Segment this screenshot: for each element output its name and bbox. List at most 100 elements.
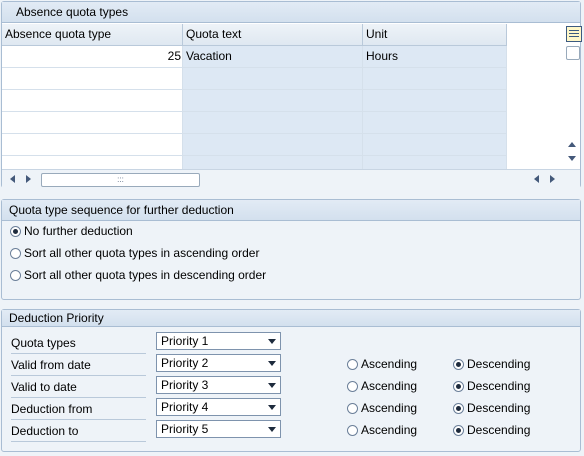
- ascending-option[interactable]: Ascending: [347, 420, 417, 440]
- descending-label: Descending: [467, 423, 531, 437]
- priority-row-deduction-from: Deduction from Priority 4 Ascending Desc…: [2, 398, 580, 420]
- scroll-right-icon[interactable]: [550, 175, 555, 183]
- radio-button[interactable]: [453, 402, 464, 414]
- quota-text-cell[interactable]: [183, 112, 363, 133]
- absence-quota-types-title: Absence quota types: [2, 2, 580, 23]
- absence-quota-type-cell[interactable]: [2, 90, 183, 111]
- priority-row-quota-types: Quota types Priority 1: [2, 332, 580, 354]
- chevron-down-icon[interactable]: [268, 383, 276, 388]
- priority-select[interactable]: Priority 5: [156, 420, 281, 438]
- vertical-scroll-thumb[interactable]: [566, 46, 580, 60]
- chevron-down-icon[interactable]: [268, 361, 276, 366]
- priority-select-value: Priority 4: [161, 400, 209, 414]
- unit-cell[interactable]: [363, 68, 507, 89]
- priority-row-label: Deduction from: [11, 398, 146, 420]
- horizontal-scrollbar[interactable]: :::: [2, 169, 580, 188]
- priority-row-label: Quota types: [11, 332, 146, 354]
- radio-button[interactable]: [347, 358, 358, 370]
- scroll-up-icon[interactable]: [568, 142, 576, 147]
- chevron-down-icon[interactable]: [268, 405, 276, 410]
- quota-text-cell[interactable]: Vacation: [183, 46, 363, 67]
- priority-row-label: Valid to date: [11, 376, 146, 398]
- unit-cell[interactable]: [363, 134, 507, 155]
- table-header: Absence quota type Quota text Unit: [2, 24, 507, 46]
- radio-button[interactable]: [347, 402, 358, 414]
- table-row[interactable]: [2, 112, 507, 134]
- chevron-down-icon[interactable]: [268, 339, 276, 344]
- radio-button[interactable]: [347, 380, 358, 392]
- absence-quota-type-cell[interactable]: [2, 134, 183, 155]
- radio-no-further-deduction[interactable]: No further deduction: [10, 221, 133, 241]
- chevron-down-icon[interactable]: [268, 427, 276, 432]
- unit-cell[interactable]: [363, 90, 507, 111]
- descending-label: Descending: [467, 379, 531, 393]
- ascending-option[interactable]: Ascending: [347, 354, 417, 374]
- priority-row-valid-from: Valid from date Priority 2 Ascending Des…: [2, 354, 580, 376]
- priority-select-value: Priority 5: [161, 422, 209, 436]
- radio-sort-descending[interactable]: Sort all other quota types in descending…: [10, 265, 266, 285]
- ascending-label: Ascending: [361, 401, 418, 415]
- table-settings-icon[interactable]: [566, 26, 582, 42]
- priority-row-deduction-to: Deduction to Priority 5 Ascending Descen…: [2, 420, 580, 442]
- radio-button[interactable]: [10, 269, 21, 281]
- quota-sequence-panel: Quota type sequence for further deductio…: [1, 199, 581, 300]
- table-row[interactable]: [2, 90, 507, 112]
- absence-quota-type-cell[interactable]: [2, 112, 183, 133]
- unit-cell[interactable]: Hours: [363, 46, 507, 67]
- descending-label: Descending: [467, 401, 531, 415]
- radio-button[interactable]: [453, 380, 464, 392]
- radio-button[interactable]: [453, 358, 464, 370]
- priority-select-value: Priority 2: [161, 356, 209, 370]
- absence-quota-types-panel: Absence quota types Absence quota type Q…: [1, 1, 582, 188]
- ascending-label: Ascending: [361, 379, 418, 393]
- priority-row-label: Deduction to: [11, 420, 146, 442]
- ascending-option[interactable]: Ascending: [347, 376, 417, 396]
- ascending-label: Ascending: [361, 423, 418, 437]
- priority-select[interactable]: Priority 3: [156, 376, 281, 394]
- absence-quota-type-cell[interactable]: [2, 68, 183, 89]
- radio-sort-ascending[interactable]: Sort all other quota types in ascending …: [10, 243, 259, 263]
- vertical-scrollbar[interactable]: [563, 24, 582, 169]
- priority-select-value: Priority 3: [161, 378, 209, 392]
- horizontal-scroll-thumb[interactable]: :::: [41, 173, 200, 187]
- priority-select[interactable]: Priority 2: [156, 354, 281, 372]
- radio-button[interactable]: [453, 424, 464, 436]
- radio-button[interactable]: [347, 424, 358, 436]
- quota-sequence-title: Quota type sequence for further deductio…: [2, 200, 580, 221]
- deduction-priority-title: Deduction Priority: [2, 310, 580, 327]
- priority-select-value: Priority 1: [161, 334, 209, 348]
- descending-option[interactable]: Descending: [453, 354, 530, 374]
- quota-text-cell[interactable]: [183, 90, 363, 111]
- priority-select[interactable]: Priority 1: [156, 332, 281, 350]
- radio-label: Sort all other quota types in ascending …: [24, 246, 260, 260]
- radio-label: No further deduction: [24, 224, 133, 238]
- table-row[interactable]: 25 Vacation Hours: [2, 46, 507, 68]
- table-row[interactable]: [2, 134, 507, 156]
- column-header-quota-text[interactable]: Quota text: [183, 24, 363, 45]
- radio-label: Sort all other quota types in descending…: [24, 268, 267, 282]
- scroll-left-icon[interactable]: [534, 175, 539, 183]
- priority-row-valid-to: Valid to date Priority 3 Ascending Desce…: [2, 376, 580, 398]
- column-header-unit[interactable]: Unit: [363, 24, 507, 45]
- quota-text-cell[interactable]: [183, 134, 363, 155]
- radio-button[interactable]: [10, 247, 21, 259]
- ascending-label: Ascending: [361, 357, 418, 371]
- descending-option[interactable]: Descending: [453, 398, 530, 418]
- descending-option[interactable]: Descending: [453, 420, 530, 440]
- absence-quota-type-cell[interactable]: 25: [2, 46, 183, 67]
- unit-cell[interactable]: [363, 112, 507, 133]
- quota-text-cell[interactable]: [183, 68, 363, 89]
- priority-select[interactable]: Priority 4: [156, 398, 281, 416]
- priority-row-label: Valid from date: [11, 354, 146, 376]
- scroll-right-icon[interactable]: [26, 175, 31, 183]
- deduction-priority-panel: Deduction Priority Quota types Priority …: [1, 309, 581, 452]
- table-row[interactable]: [2, 68, 507, 90]
- column-header-absence-quota-type[interactable]: Absence quota type: [2, 24, 183, 45]
- ascending-option[interactable]: Ascending: [347, 398, 417, 418]
- descending-label: Descending: [467, 357, 531, 371]
- radio-button[interactable]: [10, 225, 21, 237]
- scroll-left-icon[interactable]: [10, 175, 15, 183]
- absence-quota-table: Absence quota type Quota text Unit 25 Va…: [2, 24, 507, 173]
- descending-option[interactable]: Descending: [453, 376, 530, 396]
- scroll-down-icon[interactable]: [568, 156, 576, 161]
